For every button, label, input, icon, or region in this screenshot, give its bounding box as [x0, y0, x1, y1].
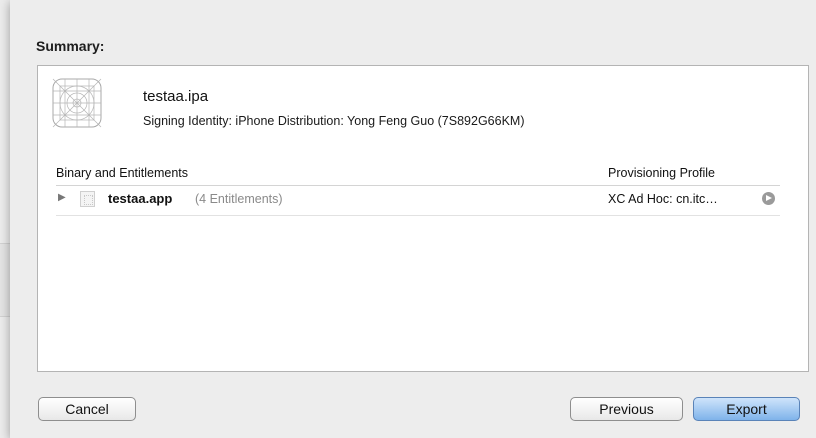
column-header-binary: Binary and Entitlements [56, 166, 189, 180]
signing-identity: Signing Identity: iPhone Distribution: Y… [143, 114, 525, 128]
archive-file-name: testaa.ipa [143, 88, 209, 105]
app-bundle-name: testaa.app [108, 191, 173, 206]
summary-panel: testaa.ipa Signing Identity: iPhone Dist… [37, 65, 809, 372]
cancel-button[interactable]: Cancel [38, 397, 136, 421]
export-summary-sheet: Summary: testaa.ipa Signing Identity: iP… [10, 0, 816, 438]
export-button[interactable]: Export [693, 397, 800, 421]
app-placeholder-icon [52, 78, 102, 128]
summary-title: Summary: [36, 38, 105, 54]
disclosure-triangle-icon[interactable]: ▶ [58, 192, 66, 203]
previous-button[interactable]: Previous [570, 397, 683, 421]
provisioning-profile-value: XC Ad Hoc: cn.itc… [608, 192, 718, 206]
row-divider [56, 215, 780, 216]
column-header-profile: Provisioning Profile [608, 166, 715, 180]
arrow-circle-icon[interactable] [762, 192, 775, 205]
file-icon [80, 191, 95, 207]
table-row[interactable]: ▶ testaa.app (4 Entitlements) XC Ad Hoc:… [56, 186, 780, 214]
entitlements-count: (4 Entitlements) [195, 192, 283, 206]
